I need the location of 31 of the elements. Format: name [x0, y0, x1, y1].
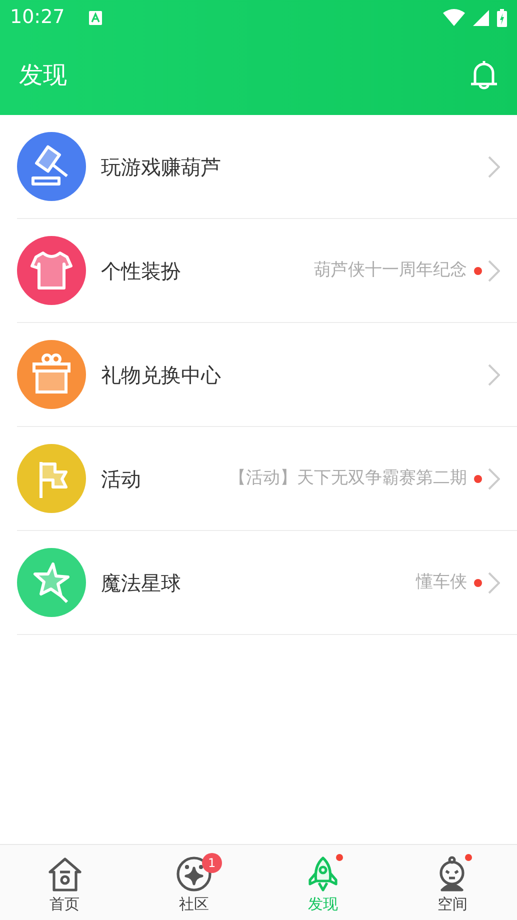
- list-item[interactable]: 活动 【活动】天下无双争霸赛第二期: [17, 427, 517, 531]
- chevron-icon: [488, 156, 500, 178]
- community-icon: [174, 854, 213, 892]
- list-item[interactable]: 个性装扮 葫芦侠十一周年纪念: [17, 219, 517, 323]
- nav-tab[interactable]: 社区 1: [129, 845, 258, 920]
- keyboard-icon: [88, 10, 102, 24]
- chevron-icon: [488, 572, 500, 594]
- item-title: 魔法星球: [101, 570, 181, 596]
- item-title: 礼物兑换中心: [101, 362, 221, 388]
- list-item[interactable]: 玩游戏赚葫芦: [17, 115, 517, 219]
- battery-icon: [497, 8, 507, 26]
- item-title: 玩游戏赚葫芦: [101, 154, 221, 180]
- status-time: 10:27: [10, 5, 65, 30]
- bell-icon[interactable]: [468, 59, 500, 91]
- wifi-icon: [443, 9, 465, 26]
- chevron-icon: [488, 364, 500, 386]
- list-item[interactable]: 魔法星球 懂车侠: [17, 531, 517, 635]
- chevron-icon: [488, 260, 500, 282]
- item-subtitle: 【活动】天下无双争霸赛第二期: [229, 466, 467, 490]
- signal-icon: [473, 10, 489, 26]
- item-subtitle: 懂车侠: [416, 570, 467, 594]
- home-icon: [46, 854, 84, 892]
- page-title: 发现: [19, 60, 67, 91]
- item-title: 活动: [101, 466, 141, 492]
- nav-tab[interactable]: 空间: [388, 845, 517, 920]
- item-subtitle: 葫芦侠十一周年纪念: [314, 258, 467, 282]
- chevron-icon: [488, 468, 500, 490]
- list-item[interactable]: 礼物兑换中心: [17, 323, 517, 427]
- notification-badge: 1: [202, 853, 222, 873]
- nav-tab[interactable]: 首页: [0, 845, 130, 920]
- item-title: 个性装扮: [101, 258, 181, 284]
